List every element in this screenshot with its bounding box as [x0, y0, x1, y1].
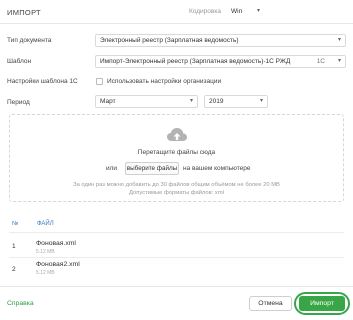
table-row: 2 Фоновая2.xml 5.12 MB: [9, 258, 344, 282]
chevron-down-icon: ▾: [189, 98, 193, 104]
col-number-header: №: [12, 221, 19, 227]
period-year-value: 2019: [209, 98, 224, 105]
template-label: Шаблон: [7, 58, 32, 65]
col-file-header: ФАЙЛ: [37, 221, 54, 227]
table-row: 1 Фоновая.xml 5.12 MB: [9, 233, 344, 257]
doc-type-label: Тип документа: [7, 37, 52, 44]
period-month-select[interactable]: Март ▾: [95, 95, 198, 108]
chevron-down-icon[interactable]: ▾: [257, 7, 260, 14]
file-name: Фоновая.xml: [36, 240, 76, 247]
drag-files-text: Перетащите файлы сюда: [137, 149, 216, 156]
file-name: Фоновая2.xml: [36, 261, 80, 268]
or-text: или: [106, 165, 118, 172]
import-button[interactable]: Импорт: [299, 296, 345, 311]
row-number: 1: [12, 243, 16, 250]
period-label: Период: [7, 99, 30, 106]
chevron-down-icon: ▾: [337, 37, 341, 43]
dialog-header: [0, 0, 353, 24]
cancel-button[interactable]: Отмена: [249, 296, 292, 311]
period-month-value: Март: [100, 98, 116, 105]
chevron-down-icon: ▾: [337, 58, 341, 64]
template-select[interactable]: Импорт-Электронный реестр (Зарплатная ве…: [95, 55, 346, 68]
encoding-label: Кодировка: [189, 8, 221, 15]
doc-type-value: Электронный реестр (Зарплатная ведомость…: [100, 37, 239, 44]
template-value: Импорт-Электронный реестр (Зарплатная ве…: [100, 58, 291, 65]
footer-divider: [0, 286, 353, 287]
cloud-upload-icon: [166, 125, 188, 145]
use-org-settings-checkbox[interactable]: [96, 78, 103, 85]
allowed-formats-hint: Допустимые форматы файлов: xml: [129, 190, 224, 196]
template-code: 1С: [316, 58, 325, 65]
row-number: 2: [12, 266, 16, 273]
file-size: 5.12 MB: [36, 249, 55, 255]
dialog-title: ИМПОРТ: [7, 8, 41, 17]
choose-files-button[interactable]: выберите файлы: [125, 162, 179, 175]
doc-type-select[interactable]: Электронный реестр (Зарплатная ведомость…: [95, 34, 346, 47]
help-link[interactable]: Справка: [7, 300, 34, 307]
upload-limit-hint: За один раз можно добавить до 30 файлов …: [73, 182, 280, 188]
file-size: 5.12 MB: [36, 270, 55, 276]
encoding-select[interactable]: Win: [231, 8, 242, 15]
chevron-down-icon: ▾: [259, 98, 263, 104]
period-year-select[interactable]: 2019 ▾: [204, 95, 268, 108]
on-computer-text: на вашем компьютере: [183, 165, 251, 172]
use-org-settings-label[interactable]: Использовать настройки организации: [107, 78, 221, 85]
template-settings-label: Настройки шаблона 1С: [7, 78, 78, 85]
